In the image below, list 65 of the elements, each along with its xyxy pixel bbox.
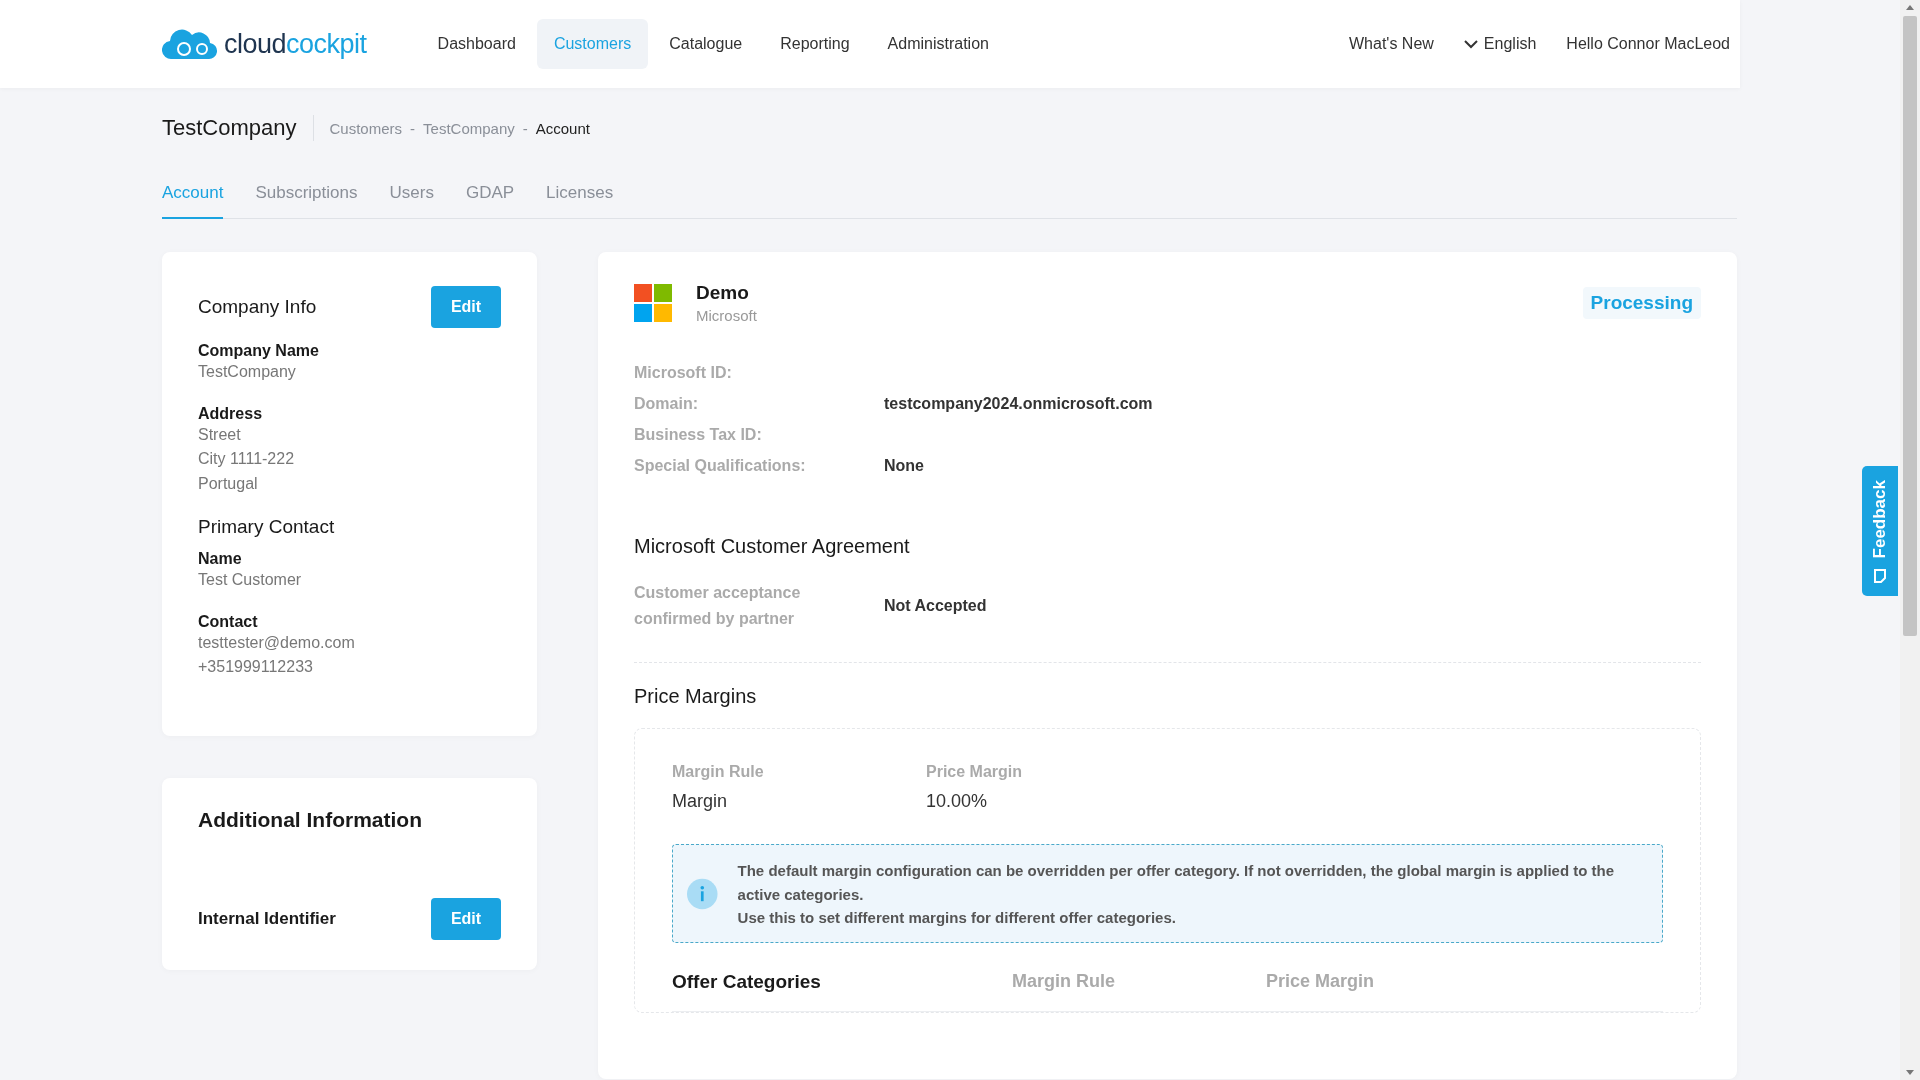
four-squares-icon <box>634 284 672 322</box>
detail-value: None <box>884 457 925 475</box>
column-header: Margin Rule <box>1012 971 1116 992</box>
detail-label: Business Tax ID: <box>634 426 763 444</box>
field-label: Name <box>198 550 243 568</box>
column-label: Margin Rule <box>672 763 765 781</box>
field-label: Contact <box>198 612 259 631</box>
chevron-down-icon <box>1463 39 1478 49</box>
field-label: Internal Identifier <box>198 908 336 929</box>
breadcrumb-separator: - <box>410 119 416 137</box>
tab[interactable]: Subscriptions <box>255 168 358 219</box>
nav-link[interactable]: Administration <box>870 19 1006 69</box>
nav-link[interactable]: Reporting <box>763 19 867 69</box>
info-text: Use this to set different margins for different offer categories. <box>737 908 1177 928</box>
info-icon <box>687 877 718 912</box>
feedback-tab[interactable]: Feedback <box>1862 466 1898 597</box>
note-icon <box>1873 568 1887 585</box>
breadcrumb-separator: - <box>522 119 528 137</box>
edit-button[interactable]: Edit <box>431 286 501 328</box>
user-greeting[interactable]: Hello Connor MacLeod <box>1566 35 1730 53</box>
detail-label: Microsoft ID: <box>634 364 733 382</box>
section-title: Microsoft Customer Agreement <box>634 535 911 558</box>
field-label: Address <box>198 404 264 423</box>
field-value: +351999112233 <box>198 657 314 677</box>
detail-value: testcompany2024.onmicrosoft.com <box>884 395 1154 413</box>
column-label: Price Margin <box>926 763 1024 781</box>
status-badge: Processing <box>1582 287 1701 319</box>
section-title: Price Margins <box>634 685 758 708</box>
tab[interactable]: GDAP <box>465 168 515 219</box>
breadcrumb-current: Account <box>535 119 590 137</box>
field-value: TestCompany <box>198 362 297 382</box>
vendor-name: Microsoft <box>696 307 757 324</box>
column-header: Price Margin <box>1266 971 1376 992</box>
field-value: Street <box>198 424 242 445</box>
breadcrumb-link[interactable]: Customers <box>329 119 403 137</box>
field-label: Company Name <box>198 342 320 360</box>
detail-label: Domain: <box>634 395 699 413</box>
edit-button[interactable]: Edit <box>431 897 501 940</box>
nav-link[interactable]: Customers <box>536 19 649 69</box>
tab[interactable]: Account <box>162 168 224 219</box>
info-text: The default margin configuration can be overridden per offer category. If not overridden, the global margin is applied to the active categories. <box>737 861 1616 905</box>
tab[interactable]: Licenses <box>546 168 614 219</box>
detail-label: Customer acceptance confirmed by partner <box>634 583 802 629</box>
breadcrumb-link[interactable]: TestCompany <box>423 119 515 137</box>
detail-label: Special Qualifications: <box>634 457 807 475</box>
subscription-name: Demo <box>696 282 750 304</box>
field-value: Portugal <box>198 473 259 494</box>
language-selector[interactable]: English <box>1463 35 1537 53</box>
card-title: Company Info <box>198 296 317 318</box>
field-value: City 1111-222 <box>198 449 296 469</box>
field-value: Test Customer <box>198 570 303 590</box>
logo-text: cloudcockpit <box>224 28 367 60</box>
column-value: 10.00% <box>926 791 989 812</box>
whats-new-link[interactable]: What's New <box>1349 35 1434 53</box>
nav-link[interactable]: Catalogue <box>652 19 760 69</box>
field-value: testtester@demo.com <box>198 632 356 653</box>
nav-link[interactable]: Dashboard <box>420 19 533 69</box>
section-title: Primary Contact <box>198 516 336 538</box>
cloud-gear-icon <box>162 27 218 61</box>
page-title: TestCompany <box>162 115 314 141</box>
column-value: Margin <box>672 791 729 812</box>
tab[interactable]: Users <box>389 168 434 219</box>
card-title: Additional Information <box>198 807 423 832</box>
detail-value: Not Accepted <box>884 597 988 615</box>
section-title: Offer Categories <box>672 970 822 993</box>
